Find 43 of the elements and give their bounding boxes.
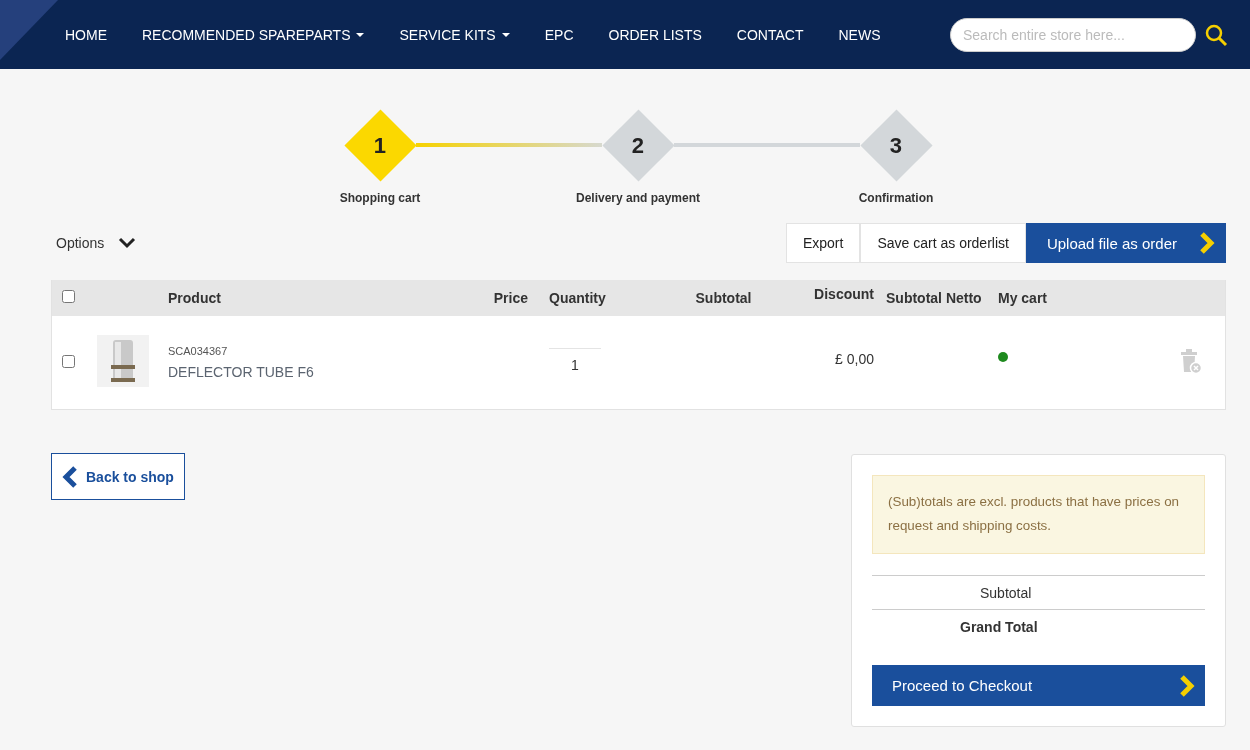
column-header: Product xyxy=(168,290,221,306)
subtotal-label: Subtotal xyxy=(980,584,1032,601)
column-header: Subtotal xyxy=(695,290,752,306)
discount-value: £ 0,00 xyxy=(835,350,874,367)
grand-total-label: Grand Total xyxy=(960,618,1038,635)
step-label: Shopping cart xyxy=(339,191,421,205)
chevron-left-icon xyxy=(62,464,78,489)
step-number: 3 xyxy=(889,132,903,158)
nav-link[interactable]: SERVICE KITS xyxy=(399,26,510,43)
product-name[interactable]: DEFLECTOR TUBE F6 xyxy=(168,364,418,380)
upload-button[interactable]: Upload file as order xyxy=(1025,223,1226,263)
step-number: 1 xyxy=(373,132,387,158)
back-button[interactable]: Back to shop xyxy=(51,453,185,500)
chevron-icon xyxy=(1179,673,1195,698)
nav-link[interactable]: CONTACT xyxy=(736,26,804,43)
chevron-down-icon[interactable] xyxy=(118,237,137,249)
caret-icon xyxy=(501,32,510,37)
search-field[interactable]: Search entire store here... xyxy=(950,17,1196,52)
column-header: Subtotal Netto xyxy=(886,290,982,306)
nav-link[interactable]: NEWS xyxy=(838,26,881,43)
column-header: Discount xyxy=(814,286,874,302)
chevron-icon xyxy=(1199,231,1215,255)
column-header: Price xyxy=(493,290,528,306)
info-note: (Sub)totals are excl. products that have prices on request and shipping costs. xyxy=(872,475,1205,554)
product-photo xyxy=(97,335,149,387)
nav-link[interactable]: RECOMMENDED SPAREPARTS xyxy=(142,26,365,43)
nav-link[interactable]: HOME xyxy=(65,26,107,43)
caret-icon xyxy=(356,32,365,37)
toolbar-button[interactable]: Export xyxy=(785,223,861,263)
step-label: Confirmation xyxy=(858,191,934,205)
toolbar-button[interactable]: Save cart as orderlist xyxy=(860,223,1026,263)
step-label: Delivery and payment xyxy=(575,191,701,205)
row-checkbox[interactable] xyxy=(62,354,75,368)
column-header: Quantity xyxy=(549,290,606,306)
search-icon[interactable] xyxy=(1204,22,1228,47)
select-all-checkbox[interactable] xyxy=(62,290,75,303)
nav-link[interactable]: EPC xyxy=(544,26,574,43)
product-sku: SCA034367 xyxy=(168,345,229,357)
options-label[interactable]: Options xyxy=(56,235,105,251)
nav-link[interactable]: ORDER LISTS xyxy=(608,26,702,43)
step-number: 2 xyxy=(631,132,645,158)
column-header: My cart xyxy=(998,290,1048,306)
checkout-button[interactable]: Proceed to Checkout xyxy=(872,665,1205,706)
